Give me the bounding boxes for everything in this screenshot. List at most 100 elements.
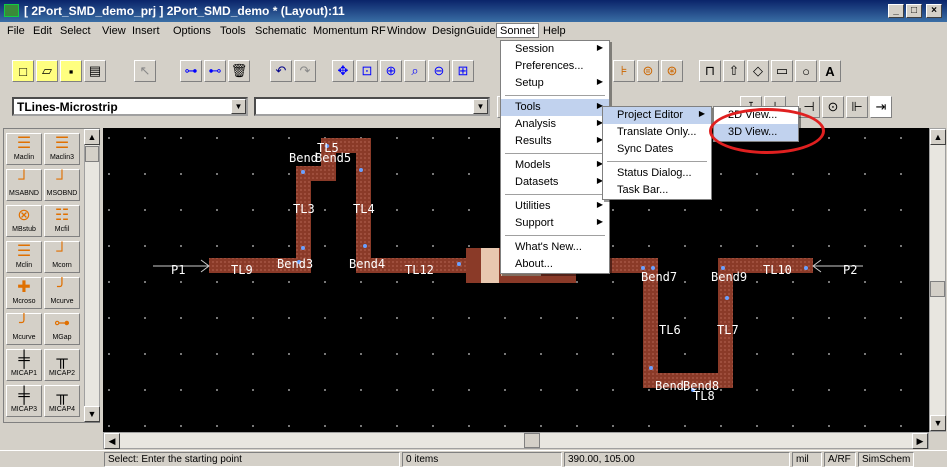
maximize-button[interactable]: □ xyxy=(906,4,922,18)
redo-icon[interactable]: ↷ xyxy=(294,60,316,82)
component-select[interactable]: ▼ xyxy=(254,97,490,116)
menu-item-sync-dates[interactable]: Sync Dates xyxy=(603,141,711,158)
palette-item-msobnd[interactable]: ┘ MSOBND xyxy=(44,169,80,201)
tools-submenu: Project Editor ▶ Translate Only... Sync D… xyxy=(602,106,712,200)
scroll-right-icon[interactable]: ▶ xyxy=(912,433,928,449)
arrow-up-icon[interactable]: ⇧ xyxy=(723,60,745,82)
status-unit: mil xyxy=(792,452,822,467)
palette-item-mcfil[interactable]: ☷ Mcfil xyxy=(44,205,80,237)
menu-item-support[interactable]: Support ▶ xyxy=(501,215,609,232)
horizontal-scrollbar[interactable]: ◀ ▶ xyxy=(103,432,929,449)
palette-item-mgap[interactable]: ⊶ MGap xyxy=(44,313,80,345)
zoom-fit-icon[interactable]: ⊞ xyxy=(452,60,474,82)
select-arrow-icon[interactable]: ↖ xyxy=(134,60,156,82)
menu-sonnet[interactable]: Sonnet xyxy=(496,23,539,38)
palette-item-mcroso[interactable]: ✚ Mcroso xyxy=(6,277,42,309)
component-palette: ☰ Maclin ☰ Maclin3 ┘ MSABND ┘ MSOBND ⊗ MBstub… xyxy=(3,128,100,423)
label-tl10: TL10 xyxy=(763,263,792,277)
menu-item-session[interactable]: Session ▶ xyxy=(501,41,609,58)
menu-select[interactable]: Select xyxy=(57,24,94,39)
menu-help[interactable]: Help xyxy=(540,24,569,39)
delete-icon[interactable]: 🗑 xyxy=(228,60,250,82)
scroll-thumb[interactable] xyxy=(85,146,99,162)
print-icon[interactable]: ▤ xyxy=(84,60,106,82)
menu-item-project-editor[interactable]: Project Editor ▶ xyxy=(603,107,711,124)
palette-item-mcurve2[interactable]: ╯ Mcurve xyxy=(6,313,42,345)
diamond-icon[interactable]: ◇ xyxy=(747,60,769,82)
align-icon[interactable]: ⊩ xyxy=(846,96,868,118)
menu-item-preferences[interactable]: Preferences... xyxy=(501,58,609,75)
menu-options[interactable]: Options xyxy=(170,24,214,39)
menu-file[interactable]: File xyxy=(4,24,28,39)
zoom-out-icon[interactable]: ⊖ xyxy=(428,60,450,82)
menu-item-about[interactable]: About... xyxy=(501,256,609,273)
menu-insert[interactable]: Insert xyxy=(129,24,163,39)
target-icon[interactable]: ⊙ xyxy=(822,96,844,118)
palette-item-maclin3[interactable]: ☰ Maclin3 xyxy=(44,133,80,165)
menu-item-datasets[interactable]: Datasets ▶ xyxy=(501,174,609,191)
palette-scrollbar[interactable]: ▲ ▼ xyxy=(84,129,100,422)
toolbar-main: □ ▱ ▪ ▤ ↖ ⊶ ⊷ 🗑 ↶ ↷ ✥ ⊡ ⊕ ⌕ ⊖ ⊞ ⊧ ⊜ ⊛ ⊓ … xyxy=(0,40,947,90)
palette-item-mcorn[interactable]: ┘ Mcorn xyxy=(44,241,80,273)
chevron-down-icon[interactable]: ▼ xyxy=(231,99,246,114)
menu-item-whats-new[interactable]: What's New... xyxy=(501,239,609,256)
menu-item-translate-only[interactable]: Translate Only... xyxy=(603,124,711,141)
menu-designguide[interactable]: DesignGuide xyxy=(429,24,499,39)
chevron-down-icon[interactable]: ▼ xyxy=(473,99,488,114)
undo-icon[interactable]: ↶ xyxy=(270,60,292,82)
menu-item-setup[interactable]: Setup ▶ xyxy=(501,75,609,92)
circle-icon[interactable]: ○ xyxy=(795,60,817,82)
menu-item-utilities[interactable]: Utilities ▶ xyxy=(501,198,609,215)
ground-icon[interactable]: ⊜ xyxy=(637,60,659,82)
menu-item-status-dialog[interactable]: Status Dialog... xyxy=(603,165,711,182)
menu-view[interactable]: View xyxy=(99,24,129,39)
palette-item-micap1[interactable]: ╪ MICAP1 xyxy=(6,349,42,381)
zoom-in-icon[interactable]: ⊕ xyxy=(380,60,402,82)
zoom-area-icon[interactable]: ⊡ xyxy=(356,60,378,82)
save-icon[interactable]: ▪ xyxy=(60,60,82,82)
polygon-icon[interactable]: ⊓ xyxy=(699,60,721,82)
menu-item-results[interactable]: Results ▶ xyxy=(501,133,609,150)
palette-item-msabnd[interactable]: ┘ MSABND xyxy=(6,169,42,201)
menu-item-models[interactable]: Models ▶ xyxy=(501,157,609,174)
zoom-point-icon[interactable]: ⌕ xyxy=(404,60,426,82)
palette-item-mcurve[interactable]: ╯ Mcurve xyxy=(44,277,80,309)
port-icon[interactable]: ⊧ xyxy=(613,60,635,82)
menu-tools[interactable]: Tools xyxy=(217,24,249,39)
minimize-button[interactable]: _ xyxy=(888,4,904,18)
insert-component-icon[interactable]: ⊶ xyxy=(180,60,202,82)
menu-edit[interactable]: Edit xyxy=(30,24,55,39)
menu-momentum-rf[interactable]: Momentum RF xyxy=(310,24,389,39)
vertical-scrollbar[interactable]: ▲ ▼ xyxy=(929,128,946,432)
close-button[interactable]: × xyxy=(926,4,942,18)
scroll-down-icon[interactable]: ▼ xyxy=(930,415,946,431)
insert-wire-icon[interactable]: ⊷ xyxy=(204,60,226,82)
menu-window[interactable]: Window xyxy=(384,24,429,39)
scroll-up-icon[interactable]: ▲ xyxy=(930,129,946,145)
menu-item-task-bar[interactable]: Task Bar... xyxy=(603,182,711,199)
new-icon[interactable]: □ xyxy=(12,60,34,82)
text-icon[interactable]: A xyxy=(819,60,841,82)
scroll-thumb[interactable] xyxy=(930,281,945,297)
palette-item-micap4[interactable]: ╥ MICAP4 xyxy=(44,385,80,417)
menu-item-tools[interactable]: Tools ▶ xyxy=(501,99,609,116)
palette-item-maclin[interactable]: ☰ Maclin xyxy=(6,133,42,165)
move-icon[interactable]: ✥ xyxy=(332,60,354,82)
scroll-thumb[interactable] xyxy=(524,433,540,448)
status-bar: Select: Enter the starting point 0 items… xyxy=(0,450,947,467)
menu-schematic[interactable]: Schematic xyxy=(252,24,309,39)
scroll-up-icon[interactable]: ▲ xyxy=(84,129,100,145)
via-icon[interactable]: ⊛ xyxy=(661,60,683,82)
grid-snap-icon[interactable]: ⇥ xyxy=(870,96,892,118)
library-select[interactable]: TLines-Microstrip ▼ xyxy=(12,97,248,116)
scroll-down-icon[interactable]: ▼ xyxy=(84,406,100,422)
menu-item-analysis[interactable]: Analysis ▶ xyxy=(501,116,609,133)
scroll-left-icon[interactable]: ◀ xyxy=(104,433,120,449)
rectangle-icon[interactable]: ▭ xyxy=(771,60,793,82)
menu-separator xyxy=(505,194,605,195)
open-icon[interactable]: ▱ xyxy=(36,60,58,82)
palette-item-mclin[interactable]: ☰ Mclin xyxy=(6,241,42,273)
palette-item-micap3[interactable]: ╪ MICAP3 xyxy=(6,385,42,417)
palette-item-mbstub[interactable]: ⊗ MBstub xyxy=(6,205,42,237)
palette-item-micap2[interactable]: ╥ MICAP2 xyxy=(44,349,80,381)
